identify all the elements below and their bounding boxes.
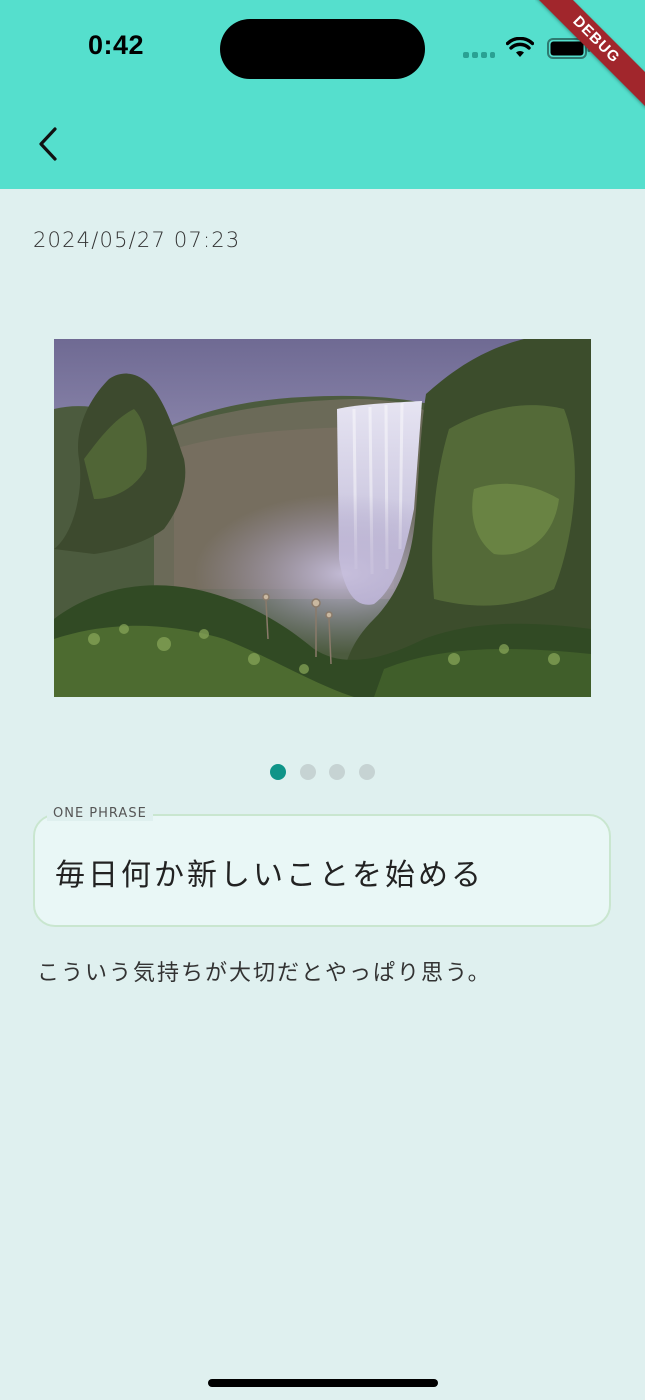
page-dot[interactable]	[300, 764, 316, 780]
back-button[interactable]	[30, 120, 66, 168]
entry-body-text: こういう気持ちが大切だとやっぱり思う。	[37, 961, 492, 986]
chevron-left-icon	[39, 127, 57, 161]
debug-banner-label: DEBUG	[535, 0, 645, 110]
one-phrase-label: ONE PHRASE	[47, 806, 153, 821]
waterfall-image	[54, 339, 591, 697]
entry-date: 2024/05/27 07:23	[33, 228, 241, 252]
home-indicator[interactable]	[208, 1379, 438, 1387]
photo-page-indicator	[270, 764, 380, 780]
debug-banner: DEBUG	[535, 0, 645, 110]
page-dot[interactable]	[329, 764, 345, 780]
page-dot[interactable]	[359, 764, 375, 780]
page-dot[interactable]	[270, 764, 286, 780]
app-bar: 0:42 DEBUG	[0, 0, 645, 189]
status-time: 0:42	[88, 30, 145, 60]
dynamic-island	[220, 19, 425, 79]
wifi-icon	[506, 37, 534, 57]
entry-photo[interactable]	[54, 339, 591, 697]
one-phrase-text: 毎日何か新しいことを始める	[55, 858, 484, 893]
cellular-signal-icon	[463, 52, 495, 58]
